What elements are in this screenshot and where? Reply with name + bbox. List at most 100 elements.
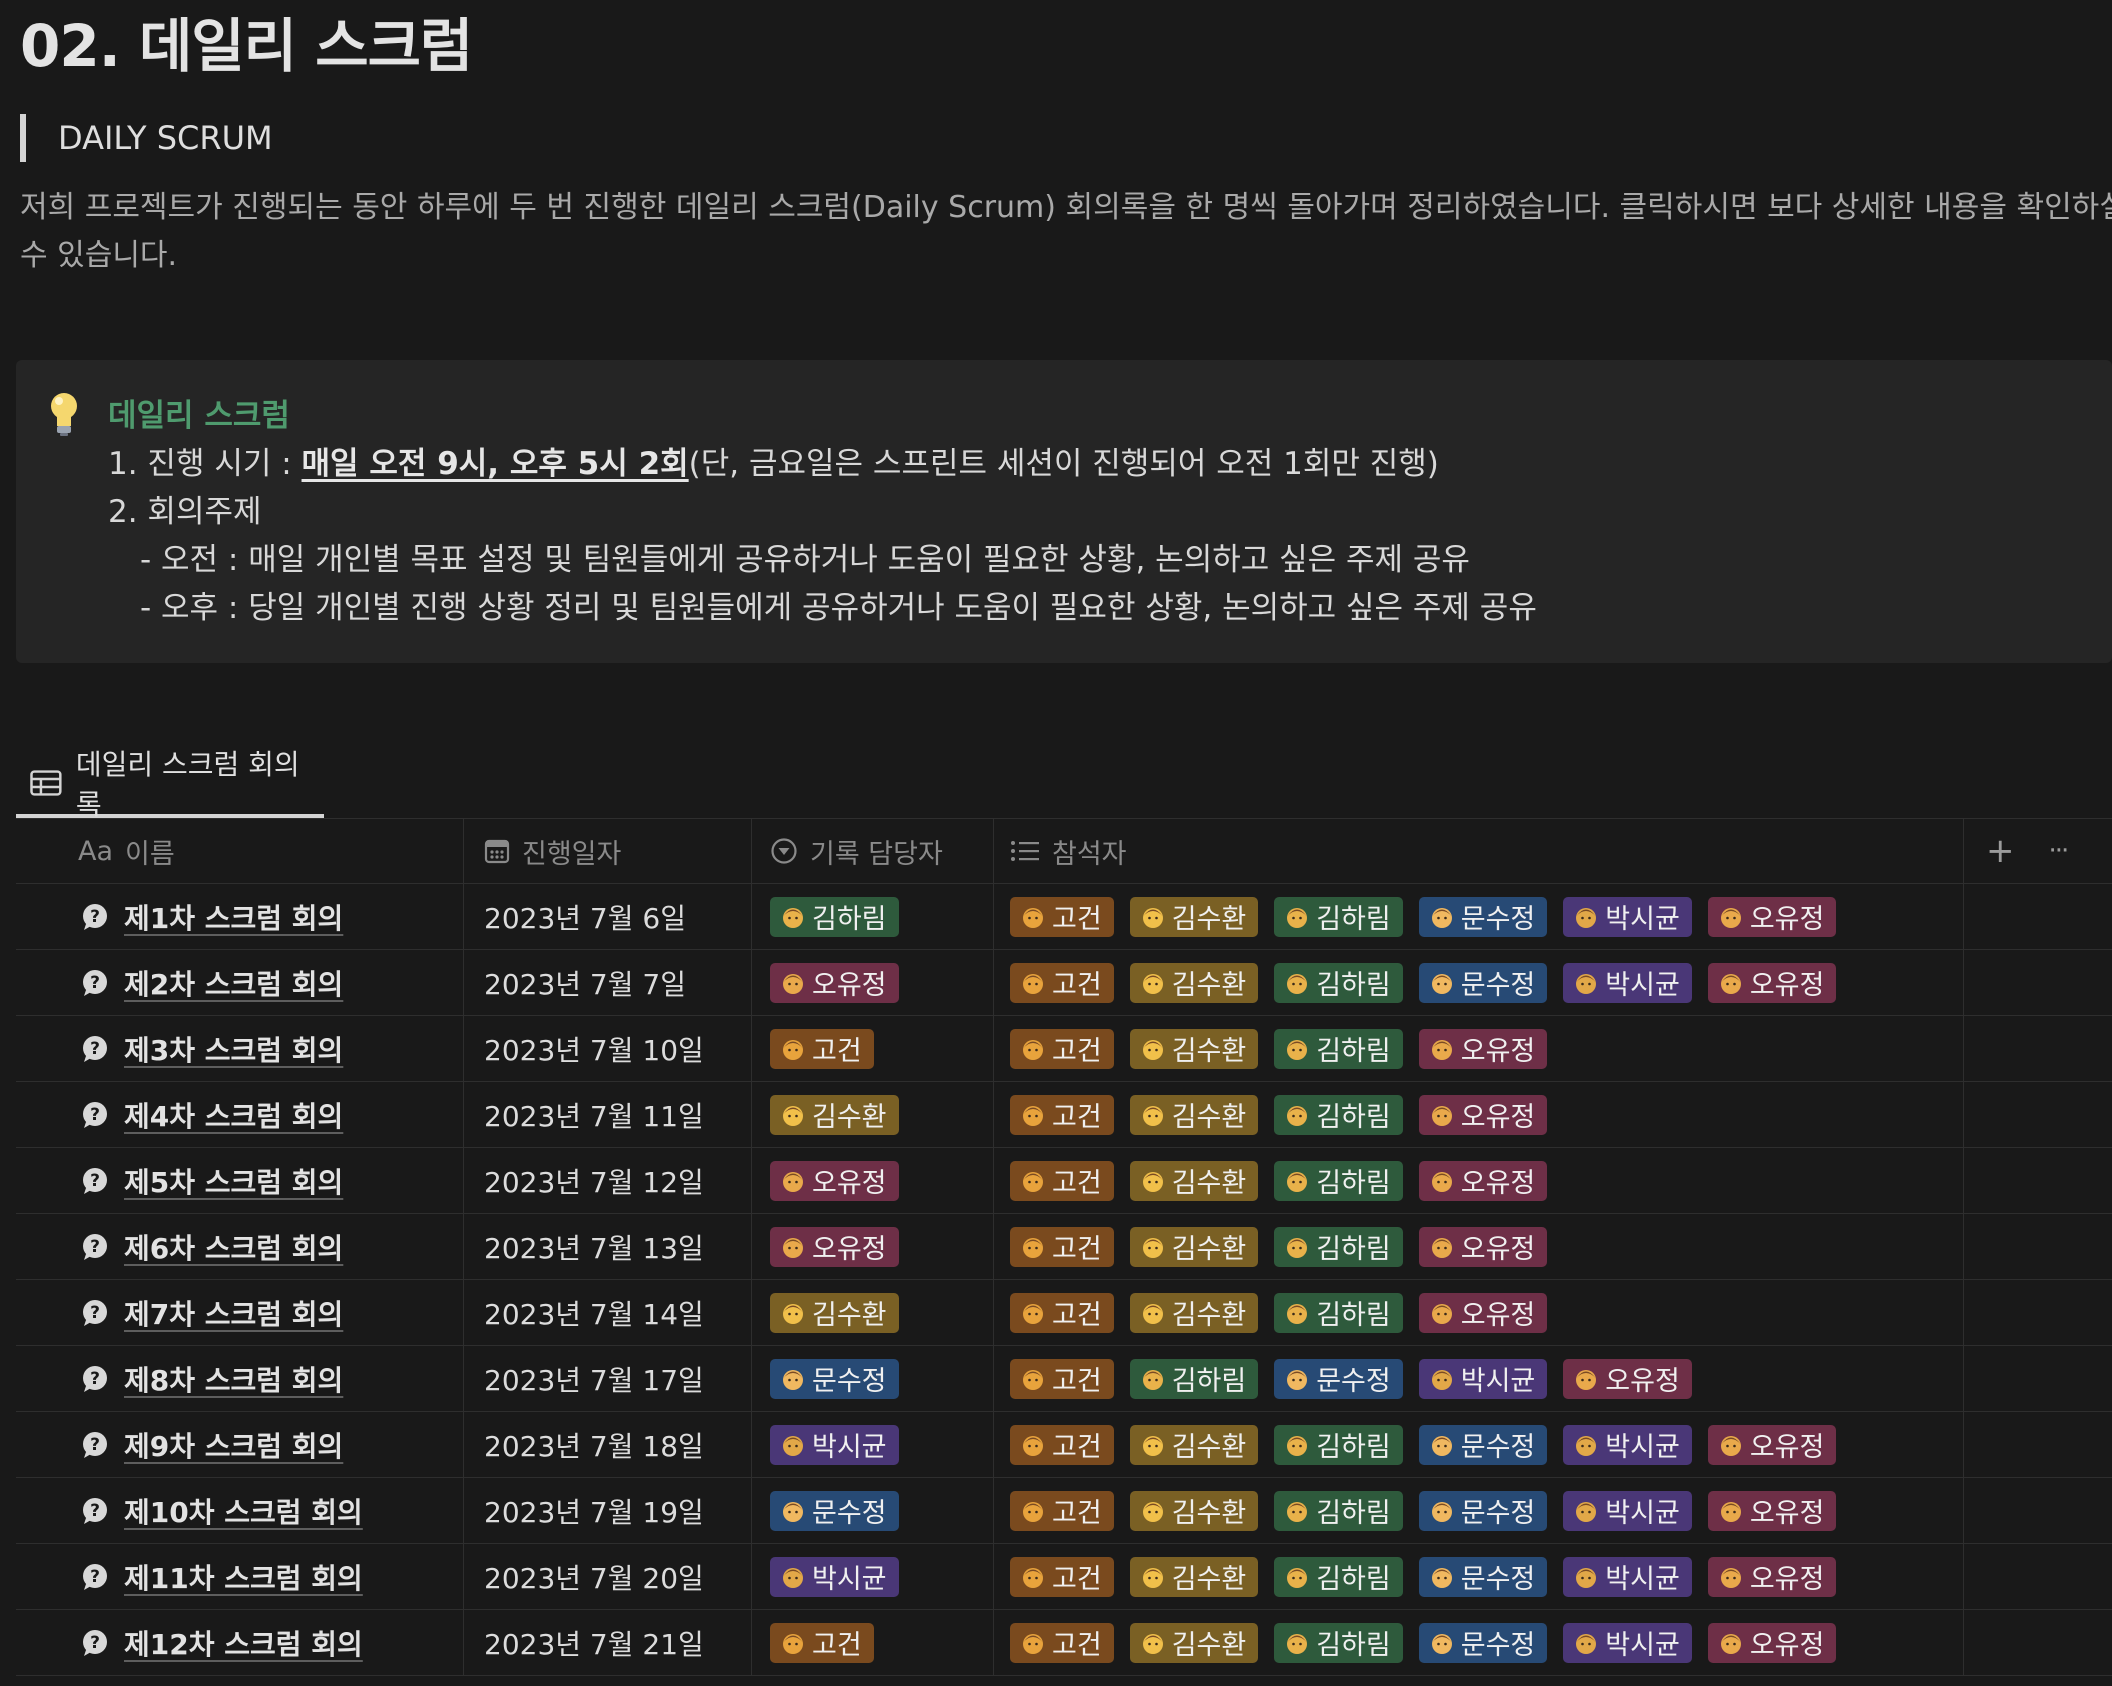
meeting-title-link[interactable]: 제7차 스크럼 회의 <box>124 1293 343 1333</box>
attendee-tag[interactable]: 김수환 <box>1129 1028 1259 1069</box>
attendee-tag[interactable]: 문수정 <box>1418 1622 1548 1663</box>
attendee-tag[interactable]: 김수환 <box>1129 1160 1259 1201</box>
cell-recorder[interactable]: 오유정 <box>752 1148 994 1213</box>
cell-name[interactable]: ? 제1차 스크럼 회의 <box>16 884 464 949</box>
recorder-tag[interactable]: 김하림 <box>770 896 899 937</box>
cell-attendees[interactable]: 고건 김수환 김하림 오유정 <box>994 1082 1964 1147</box>
meeting-title-link[interactable]: 제8차 스크럼 회의 <box>124 1359 343 1399</box>
attendee-tag[interactable]: 김하림 <box>1274 1028 1403 1069</box>
cell-date[interactable]: 2023년 7월 14일 <box>464 1280 752 1345</box>
recorder-tag[interactable]: 김수환 <box>770 1094 899 1135</box>
cell-date[interactable]: 2023년 7월 6일 <box>464 884 752 949</box>
attendee-tag[interactable]: 문수정 <box>1418 1556 1548 1597</box>
meeting-title-link[interactable]: 제3차 스크럼 회의 <box>124 1029 343 1069</box>
attendee-tag[interactable]: 오유정 <box>1418 1292 1548 1333</box>
cell-name[interactable]: ? 제6차 스크럼 회의 <box>16 1214 464 1279</box>
attendee-tag[interactable]: 오유정 <box>1418 1226 1548 1267</box>
meeting-title-link[interactable]: 제4차 스크럼 회의 <box>124 1095 343 1135</box>
cell-attendees[interactable]: 고건 김수환 김하림 오유정 <box>994 1214 1964 1279</box>
attendee-tag[interactable]: 김하림 <box>1274 1556 1403 1597</box>
attendee-tag[interactable]: 문수정 <box>1418 1490 1548 1531</box>
attendee-tag[interactable]: 오유정 <box>1707 896 1837 937</box>
cell-recorder[interactable]: 김하림 <box>752 884 994 949</box>
attendee-tag[interactable]: 김하림 <box>1274 1292 1403 1333</box>
cell-date[interactable]: 2023년 7월 12일 <box>464 1148 752 1213</box>
cell-recorder[interactable]: 문수정 <box>752 1346 994 1411</box>
table-row[interactable]: ? 제4차 스크럼 회의 2023년 7월 11일 김수환 고건 김수환 김하림 오유정 <box>16 1082 2112 1148</box>
attendee-tag[interactable]: 박시균 <box>1563 1490 1692 1531</box>
column-header-name[interactable]: Aa 이름 <box>16 819 464 883</box>
attendee-tag[interactable]: 고건 <box>1010 1556 1114 1597</box>
more-options-button[interactable]: ··· <box>2049 836 2070 866</box>
cell-date[interactable]: 2023년 7월 18일 <box>464 1412 752 1477</box>
cell-attendees[interactable]: 고건 김수환 김하림 문수정 박시균 오유정 <box>994 950 1964 1015</box>
table-row[interactable]: ? 제5차 스크럼 회의 2023년 7월 12일 오유정 고건 김수환 김하림 오유정 <box>16 1148 2112 1214</box>
column-header-date[interactable]: 진행일자 <box>464 819 752 883</box>
cell-attendees[interactable]: 고건 김수환 김하림 오유정 <box>994 1016 1964 1081</box>
recorder-tag[interactable]: 고건 <box>770 1028 874 1069</box>
cell-name[interactable]: ? 제10차 스크럼 회의 <box>16 1478 464 1543</box>
cell-attendees[interactable]: 고건 김하림 문수정 박시균 오유정 <box>994 1346 1964 1411</box>
attendee-tag[interactable]: 박시균 <box>1563 962 1692 1003</box>
cell-attendees[interactable]: 고건 김수환 김하림 문수정 박시균 오유정 <box>994 1412 1964 1477</box>
attendee-tag[interactable]: 김수환 <box>1129 962 1259 1003</box>
attendee-tag[interactable]: 김수환 <box>1129 1556 1259 1597</box>
table-row[interactable]: ? 제9차 스크럼 회의 2023년 7월 18일 박시균 고건 김수환 김하림 문수정 박시균… <box>16 1412 2112 1478</box>
view-tab-table[interactable]: 데일리 스크럼 회의록 <box>16 748 324 821</box>
attendee-tag[interactable]: 박시균 <box>1418 1358 1548 1399</box>
cell-name[interactable]: ? 제5차 스크럼 회의 <box>16 1148 464 1213</box>
cell-recorder[interactable]: 오유정 <box>752 1214 994 1279</box>
table-row[interactable]: ? 제2차 스크럼 회의 2023년 7월 7일 오유정 고건 김수환 김하림 문수정 박시균 오… <box>16 950 2112 1016</box>
cell-recorder[interactable]: 박시균 <box>752 1544 994 1609</box>
cell-name[interactable]: ? 제2차 스크럼 회의 <box>16 950 464 1015</box>
attendee-tag[interactable]: 오유정 <box>1418 1028 1548 1069</box>
attendee-tag[interactable]: 고건 <box>1010 1292 1114 1333</box>
attendee-tag[interactable]: 오유정 <box>1707 1556 1837 1597</box>
recorder-tag[interactable]: 오유정 <box>770 1160 899 1201</box>
attendee-tag[interactable]: 문수정 <box>1418 896 1548 937</box>
table-row[interactable]: ? 제6차 스크럼 회의 2023년 7월 13일 오유정 고건 김수환 김하림 오유정 <box>16 1214 2112 1280</box>
table-row[interactable]: ? 제10차 스크럼 회의 2023년 7월 19일 문수정 고건 김수환 김하림 문수정 박시… <box>16 1478 2112 1544</box>
attendee-tag[interactable]: 고건 <box>1010 1424 1114 1465</box>
attendee-tag[interactable]: 김하림 <box>1274 1226 1403 1267</box>
cell-recorder[interactable]: 김수환 <box>752 1280 994 1345</box>
attendee-tag[interactable]: 김하림 <box>1274 1490 1403 1531</box>
meeting-title-link[interactable]: 제11차 스크럼 회의 <box>124 1557 363 1597</box>
cell-name[interactable]: ? 제7차 스크럼 회의 <box>16 1280 464 1345</box>
table-row[interactable]: ? 제1차 스크럼 회의 2023년 7월 6일 김하림 고건 김수환 김하림 문수정 박시균 오… <box>16 884 2112 950</box>
cell-attendees[interactable]: 고건 김수환 김하림 문수정 박시균 오유정 <box>994 1478 1964 1543</box>
attendee-tag[interactable]: 고건 <box>1010 1028 1114 1069</box>
cell-date[interactable]: 2023년 7월 20일 <box>464 1544 752 1609</box>
attendee-tag[interactable]: 김하림 <box>1274 1160 1403 1201</box>
attendee-tag[interactable]: 오유정 <box>1418 1094 1548 1135</box>
attendee-tag[interactable]: 고건 <box>1010 1358 1114 1399</box>
table-row[interactable]: ? 제3차 스크럼 회의 2023년 7월 10일 고건 고건 김수환 김하림 오유정 <box>16 1016 2112 1082</box>
attendee-tag[interactable]: 고건 <box>1010 896 1114 937</box>
cell-name[interactable]: ? 제9차 스크럼 회의 <box>16 1412 464 1477</box>
attendee-tag[interactable]: 고건 <box>1010 1490 1114 1531</box>
attendee-tag[interactable]: 오유정 <box>1707 1622 1837 1663</box>
cell-date[interactable]: 2023년 7월 11일 <box>464 1082 752 1147</box>
cell-date[interactable]: 2023년 7월 19일 <box>464 1478 752 1543</box>
attendee-tag[interactable]: 김수환 <box>1129 1292 1259 1333</box>
recorder-tag[interactable]: 고건 <box>770 1622 874 1663</box>
attendee-tag[interactable]: 박시균 <box>1563 896 1692 937</box>
attendee-tag[interactable]: 고건 <box>1010 1226 1114 1267</box>
recorder-tag[interactable]: 김수환 <box>770 1292 899 1333</box>
cell-date[interactable]: 2023년 7월 10일 <box>464 1016 752 1081</box>
attendee-tag[interactable]: 김하림 <box>1274 896 1403 937</box>
attendee-tag[interactable]: 김수환 <box>1129 1424 1259 1465</box>
cell-attendees[interactable]: 고건 김수환 김하림 오유정 <box>994 1148 1964 1213</box>
meeting-title-link[interactable]: 제6차 스크럼 회의 <box>124 1227 343 1267</box>
attendee-tag[interactable]: 오유정 <box>1563 1358 1692 1399</box>
attendee-tag[interactable]: 김하림 <box>1274 1424 1403 1465</box>
attendee-tag[interactable]: 김하림 <box>1129 1358 1259 1399</box>
recorder-tag[interactable]: 박시균 <box>770 1424 899 1465</box>
attendee-tag[interactable]: 문수정 <box>1274 1358 1403 1399</box>
table-row[interactable]: ? 제7차 스크럼 회의 2023년 7월 14일 김수환 고건 김수환 김하림 오유정 <box>16 1280 2112 1346</box>
cell-name[interactable]: ? 제12차 스크럼 회의 <box>16 1610 464 1675</box>
add-property-button[interactable]: + <box>1986 831 2015 871</box>
attendee-tag[interactable]: 오유정 <box>1707 1424 1837 1465</box>
cell-recorder[interactable]: 박시균 <box>752 1412 994 1477</box>
meeting-title-link[interactable]: 제5차 스크럼 회의 <box>124 1161 343 1201</box>
